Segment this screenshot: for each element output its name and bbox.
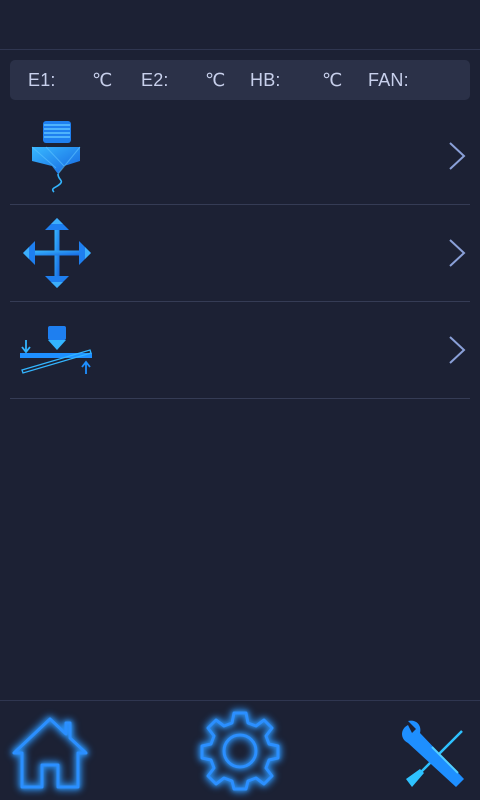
chevron-right-icon: [449, 336, 466, 364]
menu-item-move[interactable]: [10, 205, 470, 302]
e1-unit: ℃: [92, 70, 113, 90]
tools-icon[interactable]: [392, 709, 476, 793]
chevron-right-icon: [449, 142, 466, 170]
menu-item-leveling[interactable]: [10, 302, 470, 399]
e1-label: E1:: [28, 70, 56, 90]
leveling-icon: [20, 326, 92, 374]
move-icon: [23, 218, 91, 288]
title-bar: [0, 0, 480, 50]
home-icon[interactable]: [8, 709, 92, 793]
temperature-status-bar: E1: ℃ E2: ℃ HB: ℃ FAN:: [10, 60, 470, 100]
e2-label: E2:: [141, 70, 169, 90]
screen: E1: ℃ E2: ℃ HB: ℃ FAN:: [0, 0, 480, 800]
heatbed-label: HB:: [250, 70, 281, 90]
chevron-right-icon: [449, 239, 466, 267]
e2-unit: ℃: [205, 70, 226, 90]
menu-item-extruder[interactable]: [10, 108, 470, 205]
fan-label: FAN:: [368, 70, 409, 90]
gear-icon[interactable]: [198, 709, 282, 793]
heatbed-unit: ℃: [322, 70, 343, 90]
bottom-navigation: [0, 700, 480, 800]
extruder-icon: [31, 121, 81, 193]
